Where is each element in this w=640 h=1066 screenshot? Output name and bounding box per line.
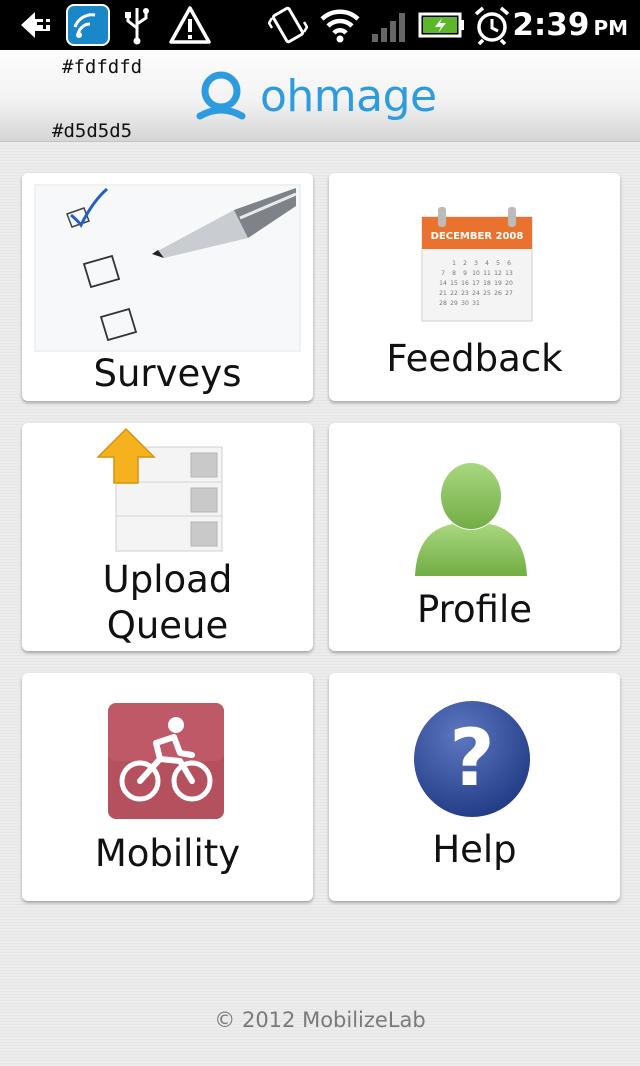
calendar-title: DECEMBER 2008 xyxy=(431,231,524,242)
svg-text:?: ? xyxy=(449,714,494,804)
app-logo: ohmage xyxy=(196,66,437,126)
svg-text:20: 20 xyxy=(505,280,513,287)
copyright-footer: © 2012 MobilizeLab xyxy=(214,1008,426,1032)
feedback-tile[interactable]: DECEMBER 2008 123456 7 8 9 10 11 12 13 14 15 16 1… xyxy=(329,173,620,401)
wifi-signal-icon xyxy=(320,9,360,43)
question-icon: ? xyxy=(414,701,530,817)
surveys-label: Surveys xyxy=(93,352,242,395)
mobility-tile[interactable]: Mobility xyxy=(22,673,313,901)
cell-signal-icon xyxy=(372,13,405,42)
svg-text:23: 23 xyxy=(461,290,469,297)
svg-text:31: 31 xyxy=(472,300,480,307)
svg-text:6: 6 xyxy=(507,260,511,267)
svg-text:22: 22 xyxy=(450,290,458,297)
ohmage-logo-icon xyxy=(196,71,246,120)
svg-text:28: 28 xyxy=(439,300,447,307)
vibrate-icon xyxy=(268,6,308,44)
svg-text:21: 21 xyxy=(439,290,447,297)
profile-tile[interactable]: Profile xyxy=(329,423,620,651)
app-title: ohmage xyxy=(260,70,437,122)
svg-text:17: 17 xyxy=(472,280,480,287)
svg-text:13: 13 xyxy=(505,270,513,277)
checklist-icon xyxy=(34,184,301,352)
svg-text:5: 5 xyxy=(496,260,500,267)
svg-text:15: 15 xyxy=(450,280,458,287)
feedback-label: Feedback xyxy=(386,337,563,380)
mobility-label: Mobility xyxy=(94,832,241,875)
svg-text:18: 18 xyxy=(483,280,491,287)
svg-text:3: 3 xyxy=(474,260,478,267)
svg-text:4: 4 xyxy=(485,260,489,267)
usb-icon xyxy=(125,8,149,45)
svg-text:19: 19 xyxy=(494,280,502,287)
svg-text:25: 25 xyxy=(483,290,491,297)
clock: 2:39 PM xyxy=(512,5,628,45)
svg-text:14: 14 xyxy=(439,280,447,287)
upload-queue-label-line1: Upload xyxy=(102,558,233,601)
svg-text:2: 2 xyxy=(463,260,467,267)
warning-icon xyxy=(169,6,211,44)
alarm-icon xyxy=(474,6,510,46)
help-label: Help xyxy=(432,828,517,871)
surveys-tile[interactable]: Surveys xyxy=(22,173,313,401)
profile-label: Profile xyxy=(416,588,533,631)
color-label-top: #fdfdfd xyxy=(62,56,143,78)
status-bar: 2:39 PM xyxy=(0,0,640,50)
svg-text:7: 7 xyxy=(441,270,445,277)
upload-queue-tile[interactable]: Upload Queue xyxy=(22,423,313,651)
person-icon xyxy=(415,463,527,576)
bicycle-icon xyxy=(108,703,224,819)
dashboard: Surveys DECEMBER 2008 123456 7 8 9 10 11 12 13… xyxy=(0,143,640,1066)
svg-text:9: 9 xyxy=(463,270,467,277)
upload-queue-icon xyxy=(96,427,223,552)
battery-icon xyxy=(418,12,464,38)
svg-text:12: 12 xyxy=(494,270,502,277)
svg-text:24: 24 xyxy=(472,290,480,297)
back-notification-icon xyxy=(21,12,50,38)
svg-text:29: 29 xyxy=(450,300,458,307)
svg-text:27: 27 xyxy=(505,290,513,297)
svg-text:10: 10 xyxy=(472,270,480,277)
wifi-app-icon xyxy=(66,4,110,46)
svg-text:11: 11 xyxy=(483,270,491,277)
svg-text:30: 30 xyxy=(461,300,469,307)
clock-time: 2:39 xyxy=(512,7,590,43)
svg-text:8: 8 xyxy=(452,270,456,277)
svg-text:16: 16 xyxy=(461,280,469,287)
svg-text:26: 26 xyxy=(494,290,502,297)
calendar-icon: DECEMBER 2008 123456 7 8 9 10 11 12 13 14 15 16 1… xyxy=(421,207,533,322)
svg-text:1: 1 xyxy=(452,260,456,267)
clock-ampm: PM xyxy=(593,16,628,40)
help-tile[interactable]: ? Help xyxy=(329,673,620,901)
upload-queue-label-line2: Queue xyxy=(106,604,229,647)
app-header: #fdfdfd #d5d5d5 ohmage xyxy=(0,50,640,142)
color-label-bottom: #d5d5d5 xyxy=(52,120,133,142)
